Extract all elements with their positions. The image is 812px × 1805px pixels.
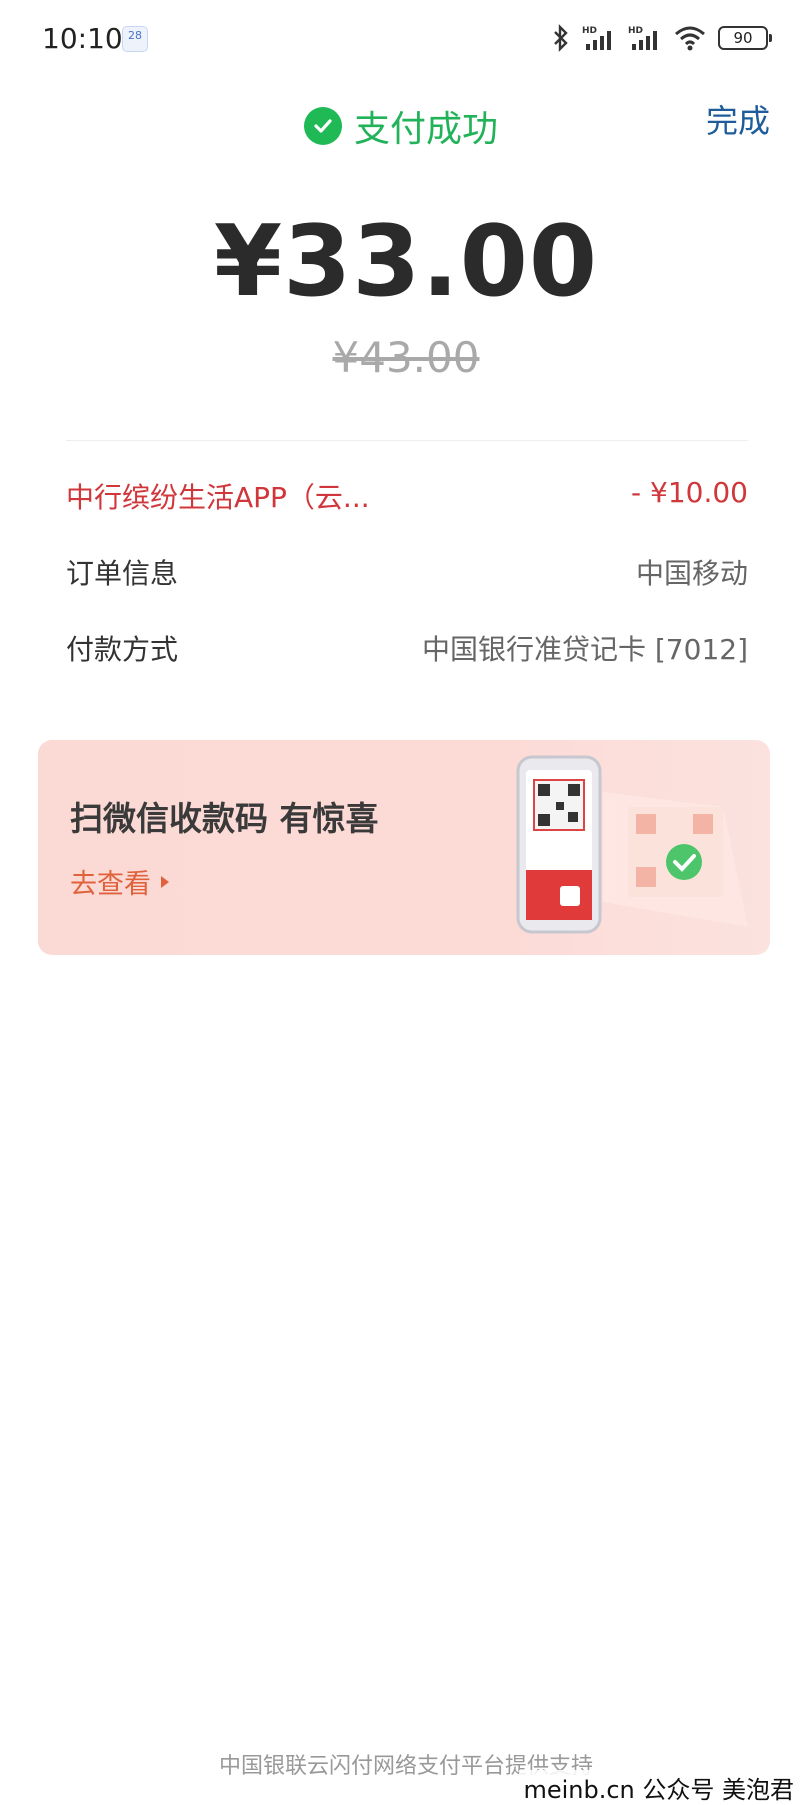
original-amount: ¥43.00	[332, 333, 480, 382]
phone-qr-illustration	[508, 752, 768, 952]
discount-label: 中行缤纷生活APP（云...	[66, 481, 370, 514]
play-arrow-icon	[159, 866, 171, 897]
order-info-value: 中国移动	[635, 557, 748, 590]
battery-icon: 90	[718, 26, 772, 50]
success-status: 支付成功	[304, 100, 498, 152]
calendar-icon: 28	[122, 26, 148, 52]
payment-method-row: 付款方式 中国银行准贷记卡 [7012]	[66, 628, 748, 672]
page-title: 支付成功	[354, 109, 499, 150]
status-icons: HD HD 90	[552, 24, 772, 52]
svg-text:HD: HD	[628, 26, 643, 36]
discount-value: - ¥10.00	[631, 476, 748, 509]
payment-method-label: 付款方式	[66, 633, 179, 666]
status-time: 10:10	[42, 22, 123, 55]
payment-result-page: 10:10 28 HD HD 90 支付成功 完成 ¥33.00 ¥43.00 …	[0, 0, 812, 1805]
watermark: meinb.cn 公众号 美泡君	[519, 1770, 798, 1805]
signal-hd-2-icon: HD	[628, 24, 662, 52]
banner-link-label: 去查看	[70, 869, 151, 900]
wifi-icon	[674, 25, 706, 51]
payment-method-value: 中国银行准贷记卡 [7012]	[421, 633, 748, 666]
done-button[interactable]: 完成	[706, 96, 770, 142]
discount-row: 中行缤纷生活APP（云... - ¥10.00	[66, 476, 748, 520]
result-header: 支付成功 完成	[0, 90, 812, 150]
order-info-row: 订单信息 中国移动	[66, 552, 748, 596]
banner-view-link[interactable]: 去查看	[70, 862, 171, 901]
signal-hd-1-icon: HD	[582, 24, 616, 52]
banner-title: 扫微信收款码 有惊喜	[70, 799, 379, 838]
bluetooth-icon	[552, 24, 570, 52]
success-check-icon	[304, 107, 342, 145]
divider	[66, 440, 748, 441]
status-bar: 10:10 28 HD HD 90	[0, 0, 812, 80]
promo-banner[interactable]: 扫微信收款码 有惊喜 去查看	[38, 740, 770, 955]
order-info-label: 订单信息	[66, 557, 179, 590]
svg-text:HD: HD	[582, 26, 597, 36]
paid-amount: ¥33.00	[213, 205, 599, 319]
